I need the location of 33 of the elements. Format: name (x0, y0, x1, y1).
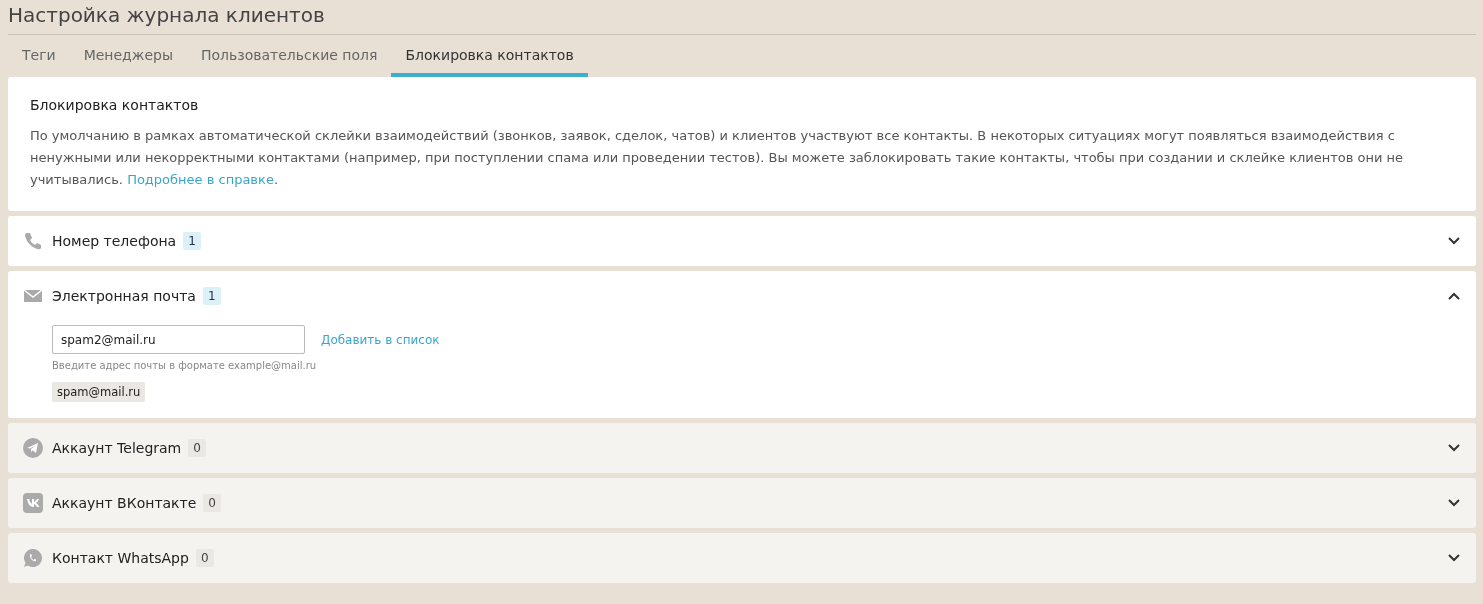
page-title: Настройка журнала клиентов (8, 2, 326, 29)
count-badge: 1 (202, 287, 221, 305)
description-text: По умолчанию в рамках автоматической склейки взаимодействий (звонков, заявок, сделок, чатов) и клиентов участвуют все контакты. В некоторых ситуациях могут появляться взаимодействия с ненужными или некорректными контактами (например, при поступлении спама или проведении тестов). Вы можете заблокировать такие контакты, чтобы при создании и склейке клиентов они не учитывались. Подробнее в справке. (30, 127, 1405, 189)
whatsapp-icon (23, 548, 43, 568)
chevron-down-icon (1448, 499, 1460, 507)
email-input[interactable]: spam2@mail.ru (52, 325, 305, 354)
telegram-icon (23, 438, 43, 458)
section-header[interactable]: Номер телефона 1 (8, 216, 1476, 266)
section-header[interactable]: Контакт WhatsApp 0 (8, 533, 1476, 583)
count-badge: 0 (203, 494, 221, 512)
count-badge: 0 (188, 439, 206, 457)
card-heading: Блокировка контактов (30, 97, 200, 113)
chevron-down-icon (1448, 237, 1460, 245)
chevron-down-icon (1448, 444, 1460, 452)
tab[interactable]: Менеджеры (69, 35, 187, 77)
count-badge: 0 (195, 549, 214, 567)
hint-text: Введите адрес почты в формате example@mail.ru (52, 360, 318, 371)
chevron-down-icon (1448, 554, 1460, 562)
tab[interactable]: Пользовательские поля (186, 35, 392, 77)
section-title: Аккаунт Telegram (52, 440, 182, 456)
section-title: Аккаунт ВКонтакте (52, 495, 197, 511)
section-header[interactable]: Аккаунт Telegram 0 (8, 423, 1476, 473)
chevron-up-icon (1448, 292, 1460, 300)
phone-icon (23, 231, 43, 251)
count-badge: 1 (183, 232, 201, 250)
section-title: Номер телефона (52, 233, 177, 249)
section-header[interactable]: Электронная почта 1 (8, 271, 1476, 321)
vk-icon (23, 493, 43, 513)
section-title: Электронная почта (52, 288, 196, 304)
tab[interactable]: Теги (8, 35, 70, 77)
section-header[interactable]: Аккаунт ВКонтакте 0 (8, 478, 1476, 528)
blocked-entry-tag: spam@mail.ru (52, 382, 146, 402)
section-title: Контакт WhatsApp (52, 550, 189, 566)
